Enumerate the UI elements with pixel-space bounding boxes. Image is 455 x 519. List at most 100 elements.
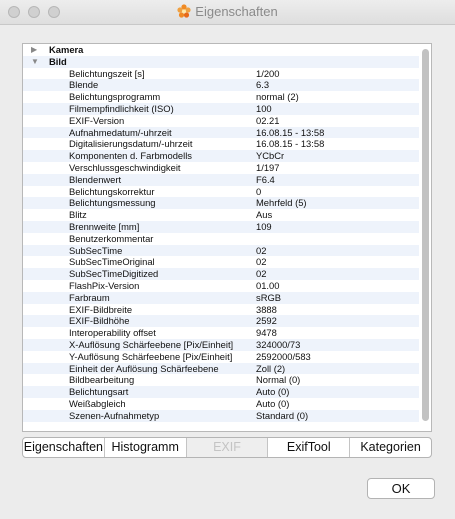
property-row[interactable]: Belichtungsart Auto (0) (23, 386, 419, 398)
property-row[interactable]: Belichtungskorrektur 0 (23, 186, 419, 198)
property-row[interactable]: SubSecTimeOriginal 02 (23, 256, 419, 268)
property-key: Belichtungsmessung (69, 197, 156, 209)
property-value: 02 (256, 268, 267, 280)
property-value: 100 (256, 102, 272, 114)
property-key: Blende (69, 79, 99, 91)
property-value: 2592000/583 (256, 350, 311, 362)
property-row[interactable]: Einheit der Auflösung Schärfeebene Zoll (… (23, 362, 419, 375)
disclosure-open-icon[interactable]: ▼ (31, 56, 39, 68)
tab-eigenschaften[interactable]: Eigenschaften (23, 438, 105, 457)
tab-bar: Eigenschaften Histogramm EXIF ExifTool Kateg… (22, 437, 432, 458)
scrollbar-thumb[interactable] (422, 49, 429, 421)
exif-properties-panel[interactable]: ▶ Kamera ▼ Bild Belichtungszeit [s] 1/200 Blen… (22, 43, 432, 432)
property-value: 0 (256, 185, 262, 197)
property-row[interactable]: Blitz Aus (23, 209, 419, 221)
property-value: 109 (256, 220, 272, 232)
property-row[interactable]: Aufnahmedatum/-uhrzeit 16.08.15 - 13:58 (23, 126, 419, 139)
property-row[interactable]: SubSecTime 02 (23, 244, 419, 257)
property-key: Farbraum (69, 291, 110, 303)
property-row[interactable]: Belichtungsprogramm normal (2) (23, 91, 419, 103)
property-row[interactable]: Y-Auflösung Schärfeebene [Pix/Einheit] 25… (23, 351, 419, 363)
property-key: Interoperability offset (69, 327, 156, 339)
exif-table: ▶ Kamera ▼ Bild Belichtungszeit [s] 1/200 Blen… (23, 44, 419, 422)
property-key: Filmempfindlichkeit (ISO) (69, 102, 174, 114)
property-row[interactable]: FlashPix-Version 01.00 (23, 280, 419, 292)
property-key: SubSecTimeOriginal (69, 256, 155, 268)
tab-histogramm[interactable]: Histogramm (105, 438, 187, 457)
property-key: SubSecTimeDigitized (69, 268, 159, 280)
property-row[interactable]: Belichtungsmessung Mehrfeld (5) (23, 197, 419, 210)
property-value: 324000/73 (256, 338, 301, 350)
property-value: 6.3 (256, 79, 270, 91)
property-row[interactable]: Benutzerkommentar (23, 233, 419, 245)
property-key: EXIF-Version (69, 114, 125, 126)
property-value: Standard (0) (256, 409, 309, 421)
property-row[interactable]: Interoperability offset 9478 (23, 327, 419, 339)
property-value: 2592 (256, 315, 277, 327)
group-label: Bild (49, 55, 67, 67)
property-row[interactable]: Bildbearbeitung Normal (0) (23, 374, 419, 386)
property-key: Belichtungsprogramm (69, 91, 161, 103)
property-key: Y-Auflösung Schärfeebene [Pix/Einheit] (69, 350, 233, 362)
property-row[interactable]: Belichtungszeit [s] 1/200 (23, 68, 419, 80)
property-value: F6.4 (256, 173, 275, 185)
property-row[interactable]: Filmempfindlichkeit (ISO) 100 (23, 102, 419, 115)
property-value: YCbCr (256, 150, 285, 162)
disclosure-closed-icon[interactable]: ▶ (31, 44, 37, 56)
property-value: Normal (0) (256, 374, 301, 386)
property-row[interactable]: EXIF-Bildhöhe 2592 (23, 315, 419, 328)
property-key: Verschlussgeschwindigkeit (69, 161, 181, 173)
property-key: Weißabgleich (69, 397, 126, 409)
property-key: Benutzerkommentar (69, 232, 154, 244)
property-row[interactable]: SubSecTimeDigitized 02 (23, 268, 419, 280)
property-key: FlashPix-Version (69, 279, 140, 291)
property-key: Szenen-Aufnahmetyp (69, 409, 160, 421)
property-key: Brennweite [mm] (69, 220, 140, 232)
ok-button[interactable]: OK (367, 478, 435, 499)
property-key: Belichtungszeit [s] (69, 67, 145, 79)
property-value: Mehrfeld (5) (256, 197, 307, 209)
property-row[interactable]: Blende 6.3 (23, 79, 419, 92)
property-row[interactable]: Weißabgleich Auto (0) (23, 398, 419, 410)
property-row[interactable]: Digitalisierungsdatum/-uhrzeit 16.08.15 -… (23, 138, 419, 150)
property-key: SubSecTime (69, 244, 123, 256)
property-value: 16.08.15 - 13:58 (256, 138, 325, 150)
property-row[interactable]: Farbraum sRGB (23, 291, 419, 304)
tab-exiftool[interactable]: ExifTool (268, 438, 351, 457)
property-key: EXIF-Bildhöhe (69, 315, 130, 327)
property-row[interactable]: Verschlussgeschwindigkeit 1/197 (23, 162, 419, 174)
property-value: sRGB (256, 291, 282, 303)
property-key: Komponenten d. Farbmodells (69, 150, 192, 162)
property-row[interactable]: Szenen-Aufnahmetyp Standard (0) (23, 409, 419, 422)
property-key: Bildbearbeitung (69, 374, 135, 386)
properties-window: Eigenschaften ▶ Kamera ▼ Bild Belichtungszei… (0, 0, 455, 519)
property-value: Auto (0) (256, 397, 290, 409)
group-header-kamera[interactable]: ▶ Kamera (23, 44, 419, 56)
property-value: Aus (256, 209, 273, 221)
window-title: Eigenschaften (195, 4, 278, 19)
property-key: Aufnahmedatum/-uhrzeit (69, 126, 172, 138)
group-label: Kamera (49, 44, 84, 55)
property-value: 02 (256, 244, 267, 256)
property-value: 9478 (256, 327, 277, 339)
property-key: Belichtungsart (69, 386, 129, 398)
property-value: 02.21 (256, 114, 280, 126)
group-header-bild[interactable]: ▼ Bild (23, 55, 419, 68)
property-row[interactable]: EXIF-Version 02.21 (23, 115, 419, 127)
tab-kategorien[interactable]: Kategorien (350, 438, 431, 457)
property-key: Belichtungskorrektur (69, 185, 155, 197)
tab-exif[interactable]: EXIF (186, 438, 269, 457)
property-value: 01.00 (256, 279, 280, 291)
vertical-scrollbar[interactable] (421, 46, 430, 429)
title-bar: Eigenschaften (0, 0, 455, 25)
property-value: normal (2) (256, 91, 299, 103)
property-row[interactable]: Komponenten d. Farbmodells YCbCr (23, 150, 419, 162)
property-value: Auto (0) (256, 386, 290, 398)
property-key: X-Auflösung Schärfeebene [Pix/Einheit] (69, 338, 234, 350)
property-key: Digitalisierungsdatum/-uhrzeit (69, 138, 193, 150)
property-row[interactable]: Blendenwert F6.4 (23, 173, 419, 186)
property-row[interactable]: Brennweite [mm] 109 (23, 220, 419, 233)
property-row[interactable]: EXIF-Bildbreite 3888 (23, 304, 419, 316)
property-value: 1/197 (256, 161, 280, 173)
property-row[interactable]: X-Auflösung Schärfeebene [Pix/Einheit] 32… (23, 338, 419, 351)
